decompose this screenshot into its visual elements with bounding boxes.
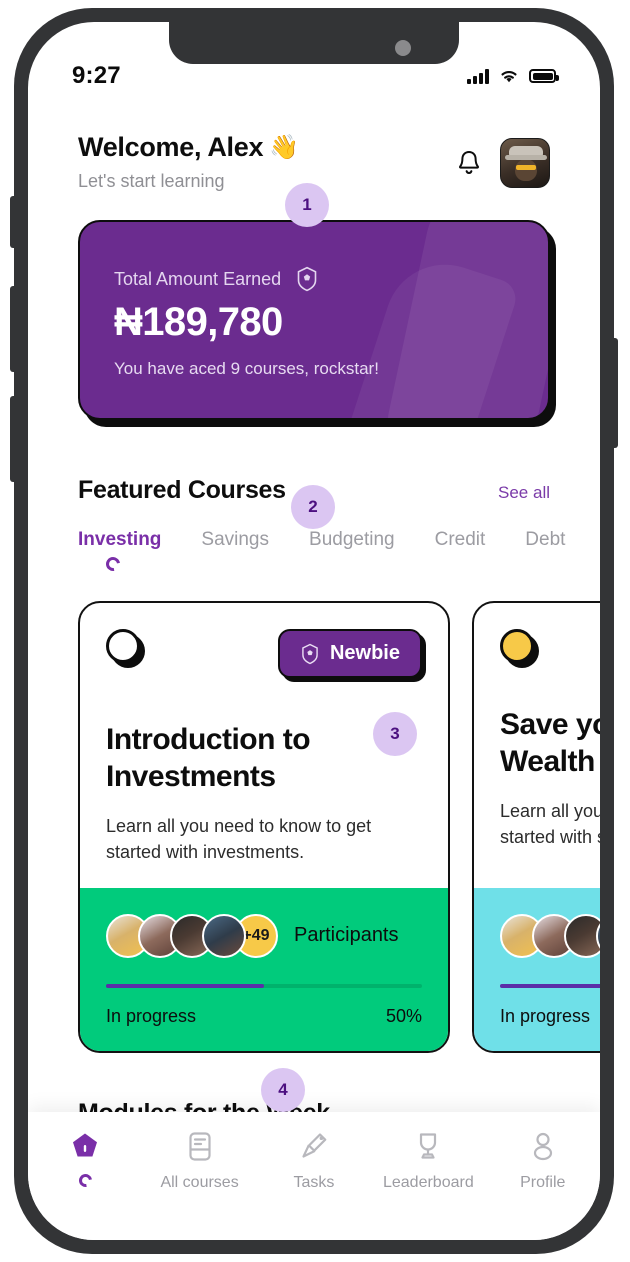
see-all-link[interactable]: See all: [498, 483, 550, 503]
level-badge[interactable]: Newbie: [277, 629, 422, 678]
progress-status: In progress: [106, 1005, 197, 1026]
progress-fill: [106, 983, 264, 988]
earnings-amount: ₦189,780: [114, 300, 283, 344]
greeting-subtitle: Let's start learning: [78, 171, 225, 191]
shield-badge-icon: [297, 266, 317, 292]
notch: [169, 22, 459, 64]
progress-status: In progress: [500, 1005, 591, 1026]
app-header: Welcome, Alex 👋 Let's start learning: [28, 108, 600, 192]
course-card[interactable]: Save your Way to Wealth Learn all you ne…: [472, 601, 600, 1053]
progress-row: In progress 50%: [500, 1006, 600, 1027]
tab-budgeting[interactable]: Budgeting: [309, 529, 395, 555]
course-marker-icon: [500, 629, 534, 663]
progress-track: [106, 983, 422, 988]
power-button[interactable]: [612, 338, 618, 448]
course-card[interactable]: Newbie Introduction to Investments Learn…: [78, 601, 450, 1053]
annotation-badge-3: 3: [373, 712, 417, 756]
featured-title: Featured Courses: [78, 476, 286, 504]
tab-credit[interactable]: Credit: [435, 529, 486, 555]
nav-item-tasks[interactable]: Tasks: [264, 1130, 364, 1192]
course-marker-icon: [106, 629, 140, 663]
nav-label: Profile: [520, 1174, 566, 1191]
annotation-badge-4: 4: [261, 1068, 305, 1112]
earnings-note: You have aced 9 courses, rockstar!: [114, 359, 379, 378]
nav-item-home[interactable]: [35, 1130, 135, 1190]
page-title: Welcome, Alex 👋: [78, 132, 299, 163]
total-earned-card[interactable]: Total Amount Earned ₦189,780 You have ac…: [78, 220, 550, 420]
course-description: Learn all you need to know to get starte…: [106, 816, 372, 863]
bottom-navigation: All courses Tasks Leaderboard Profile: [28, 1112, 600, 1240]
cellular-bars-icon: [467, 68, 489, 84]
progress-fill: [500, 983, 600, 988]
participants-row: +49 Participants: [106, 913, 422, 958]
nav-label: Tasks: [293, 1174, 335, 1191]
tab-investing[interactable]: Investing: [78, 529, 162, 574]
mute-switch[interactable]: [10, 196, 16, 248]
course-description: Learn all you need to know to get starte…: [500, 801, 600, 848]
tag-tasks-icon: [302, 1133, 327, 1158]
participant-avatars: +49: [106, 913, 278, 958]
nav-item-profile[interactable]: Profile: [493, 1130, 593, 1192]
shield-badge-icon: [302, 643, 318, 664]
earnings-label-row: Total Amount Earned: [114, 266, 514, 292]
course-card-toprow: Newbie: [106, 629, 422, 678]
battery-full-icon: [529, 69, 559, 83]
greeting-text: Welcome, Alex: [78, 132, 264, 162]
participants-label: Participants: [294, 924, 399, 947]
status-indicators: [467, 68, 559, 84]
participant-avatars: +49: [500, 913, 600, 958]
annotation-badge-1: 1: [285, 183, 329, 227]
waving-hand-icon: 👋: [269, 134, 299, 161]
course-card-footer: +49 Participants In progress 50%: [80, 887, 448, 1051]
earnings-label: Total Amount Earned: [114, 268, 282, 289]
status-time: 9:27: [72, 62, 121, 89]
progress-row: In progress 50%: [106, 1006, 422, 1027]
participants-row: +49 Participants: [500, 913, 600, 958]
level-badge-label: Newbie: [329, 642, 400, 664]
greeting-block: Welcome, Alex 👋 Let's start learning: [78, 132, 299, 192]
tab-label: Investing: [78, 529, 162, 550]
category-tabs: Investing Savings Budgeting Credit Debt …: [28, 529, 600, 574]
avatar: [564, 913, 600, 958]
nav-label: Leaderboard: [382, 1174, 474, 1191]
nav-item-leaderboard[interactable]: Leaderboard: [378, 1130, 478, 1192]
progress-track: [500, 983, 600, 988]
course-card-toprow: [500, 629, 600, 663]
progress-percent: 50%: [385, 1005, 422, 1026]
earnings-card-wrapper: Total Amount Earned ₦189,780 You have ac…: [28, 220, 600, 420]
volume-up-button[interactable]: [10, 286, 16, 372]
person-icon: [533, 1132, 552, 1161]
wifi-icon: [501, 70, 517, 83]
front-camera-icon: [395, 40, 411, 56]
course-card-list: Newbie Introduction to Investments Learn…: [28, 601, 600, 1053]
tab-savings[interactable]: Savings: [201, 529, 269, 555]
course-title: Save your Way to Wealth: [500, 708, 600, 778]
nav-label: All courses: [160, 1174, 239, 1191]
active-nav-indicator-icon: [76, 1171, 95, 1190]
annotation-badge-2: 2: [291, 485, 335, 529]
notification-bell-icon[interactable]: [456, 149, 482, 177]
document-list-icon: [188, 1132, 211, 1161]
avatar: [202, 913, 246, 958]
active-tab-indicator-icon: [103, 554, 123, 574]
course-card-footer: +49 Participants In progress 50%: [474, 887, 600, 1051]
volume-down-button[interactable]: [10, 396, 16, 482]
course-card-body: Save your Way to Wealth Learn all you ne…: [474, 603, 600, 888]
trophy-icon: [420, 1133, 437, 1159]
avatar[interactable]: [500, 138, 550, 188]
screenshot-stage: 9:27 Welcome, Alex 👋 Let's start learnin…: [0, 0, 630, 1262]
tab-debt[interactable]: Debt: [525, 529, 565, 555]
home-pentagon-icon: [73, 1133, 98, 1157]
nav-item-all-courses[interactable]: All courses: [150, 1130, 250, 1192]
header-actions: [456, 132, 550, 188]
